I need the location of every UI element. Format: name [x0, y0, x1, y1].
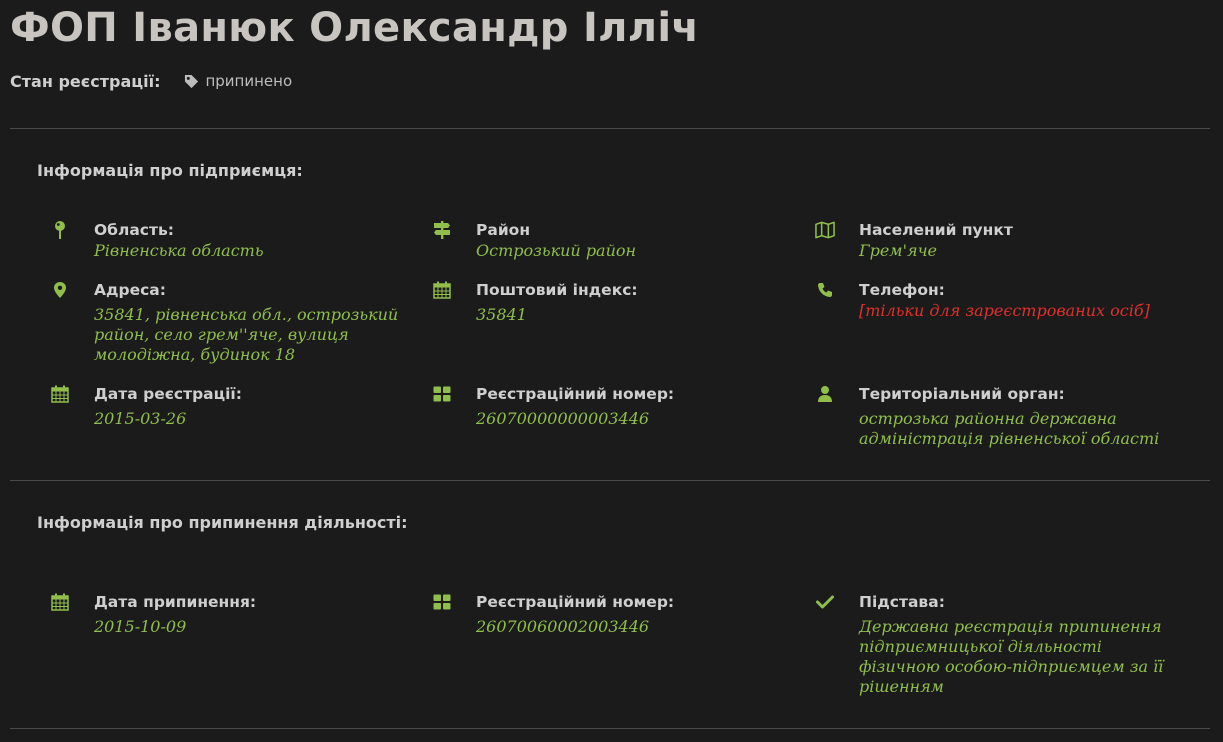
field-label: Дата припинення:	[94, 593, 257, 611]
field-value: острозька районна державна адміністрація…	[859, 409, 1160, 448]
field-value: 2015-03-26	[94, 409, 187, 428]
map-pin-icon	[50, 220, 70, 240]
field-value: Державна реєстрація припинення підприємн…	[859, 617, 1164, 696]
field-label: Реєстраційний номер:	[476, 385, 675, 403]
map-icon	[815, 220, 835, 240]
calendar-icon	[50, 592, 70, 612]
field-label: Населений пункт	[859, 221, 1013, 239]
grid-icon	[432, 592, 452, 612]
field-value: 26070000000003446	[476, 409, 650, 428]
phone-icon	[815, 280, 835, 300]
calendar-icon	[432, 280, 452, 300]
field-label: Територіальний орган:	[859, 385, 1065, 403]
field-label: Район	[476, 221, 531, 239]
registration-status: Стан реєстрації: припинено	[10, 70, 292, 92]
user-icon	[815, 384, 835, 404]
status-badge: припинено	[184, 72, 292, 90]
field-value: Рівненська область	[94, 241, 264, 260]
field-value: 35841, рівненська обл., острозький район…	[94, 305, 399, 364]
field-label: Область:	[94, 221, 174, 239]
signpost-icon	[432, 220, 452, 240]
field-label: Дата реєстрації:	[94, 385, 242, 403]
checkmark-icon	[815, 592, 835, 612]
divider	[10, 128, 1210, 129]
field-label: Поштовий індекс:	[476, 281, 638, 299]
field-label: Підстава:	[859, 593, 945, 611]
page-title: ФОП Іванюк Олександр Ілліч	[10, 5, 700, 51]
field-value: 26070060002003446	[476, 617, 650, 636]
status-label: Стан реєстрації:	[10, 71, 161, 91]
field-value: Грем'яче	[859, 241, 937, 260]
tag-icon	[185, 74, 199, 88]
calendar-icon	[50, 384, 70, 404]
location-marker-icon	[50, 280, 70, 300]
divider	[10, 728, 1210, 729]
field-value: [тільки для зареєстрованих осіб]	[859, 301, 1150, 320]
enterprise-info-title: Інформація про підприємця:	[37, 161, 303, 180]
field-value: 2015-10-09	[94, 617, 187, 636]
field-value: 35841	[476, 305, 527, 324]
field-label: Реєстраційний номер:	[476, 593, 675, 611]
field-label: Адреса:	[94, 281, 166, 299]
divider	[10, 480, 1210, 481]
company-page: ФОП Іванюк Олександр Ілліч Стан реєстрац…	[0, 0, 1223, 742]
termination-info-title: Інформація про припинення діяльності:	[37, 513, 408, 532]
field-value: Острозький район	[476, 241, 637, 260]
grid-icon	[432, 384, 452, 404]
status-value: припинено	[205, 72, 293, 90]
field-label: Телефон:	[859, 281, 945, 299]
